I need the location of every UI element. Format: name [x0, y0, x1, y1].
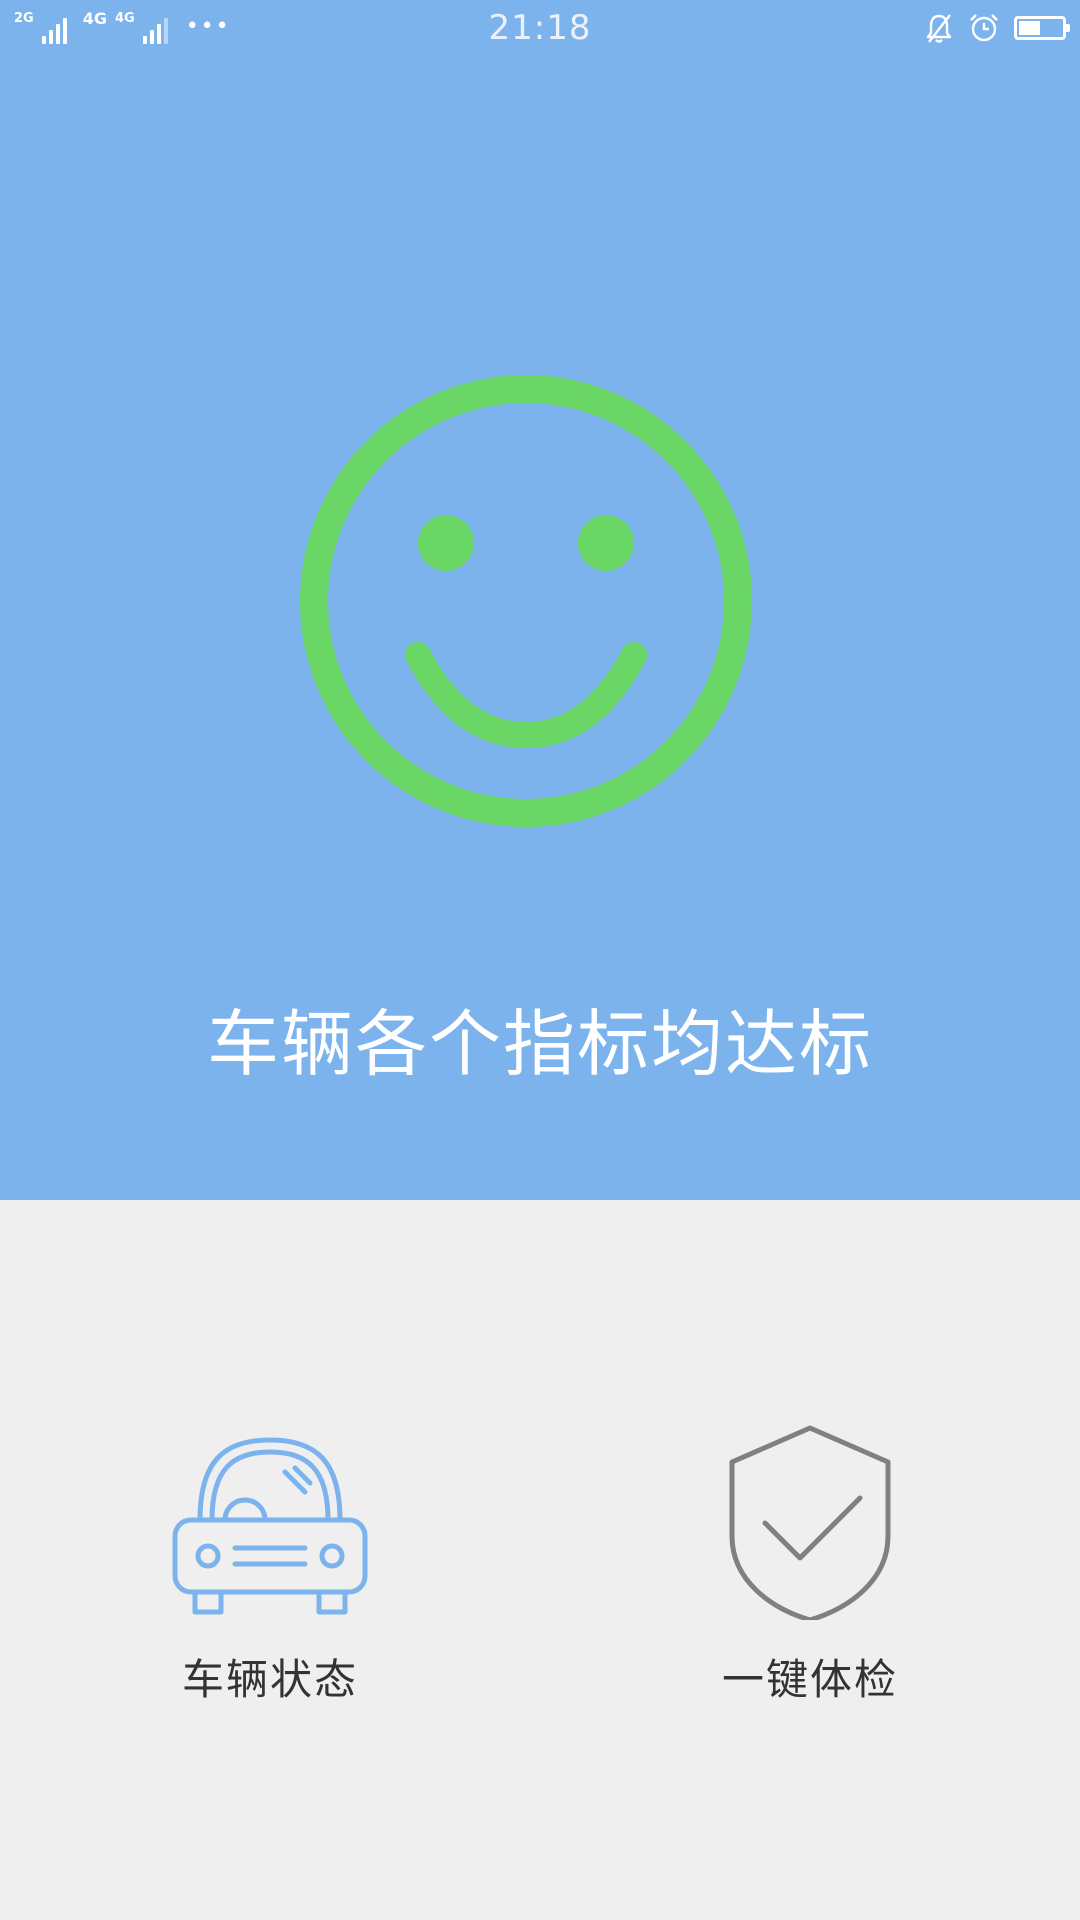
screen: 2G 4G 4G ••• 21:18 车辆各个指标均达标 车辆状态 一键体检 — [0, 0, 1080, 1920]
one-click-checkup-button[interactable]: 一键体检 — [660, 1420, 960, 1707]
mute-bell-icon — [926, 14, 952, 43]
status-bar: 2G 4G 4G ••• 21:18 — [0, 0, 1080, 58]
alarm-clock-icon — [970, 14, 998, 42]
vehicle-status-button[interactable]: 车辆状态 — [120, 1420, 420, 1707]
car-icon — [172, 1437, 368, 1615]
shield-check-icon — [729, 1425, 891, 1620]
clock: 21:18 — [488, 8, 592, 48]
vehicle-status-label: 车辆状态 — [181, 1655, 358, 1704]
one-click-checkup-label: 一键体检 — [721, 1655, 898, 1704]
status-icons — [924, 10, 1070, 46]
battery-icon — [1014, 16, 1070, 40]
status-panel: 2G 4G 4G ••• 21:18 车辆各个指标均达标 — [0, 0, 1080, 1200]
smiley-face-icon — [300, 375, 752, 827]
battery-level — [1019, 21, 1040, 35]
status-message: 车辆各个指标均达标 — [206, 1002, 873, 1086]
